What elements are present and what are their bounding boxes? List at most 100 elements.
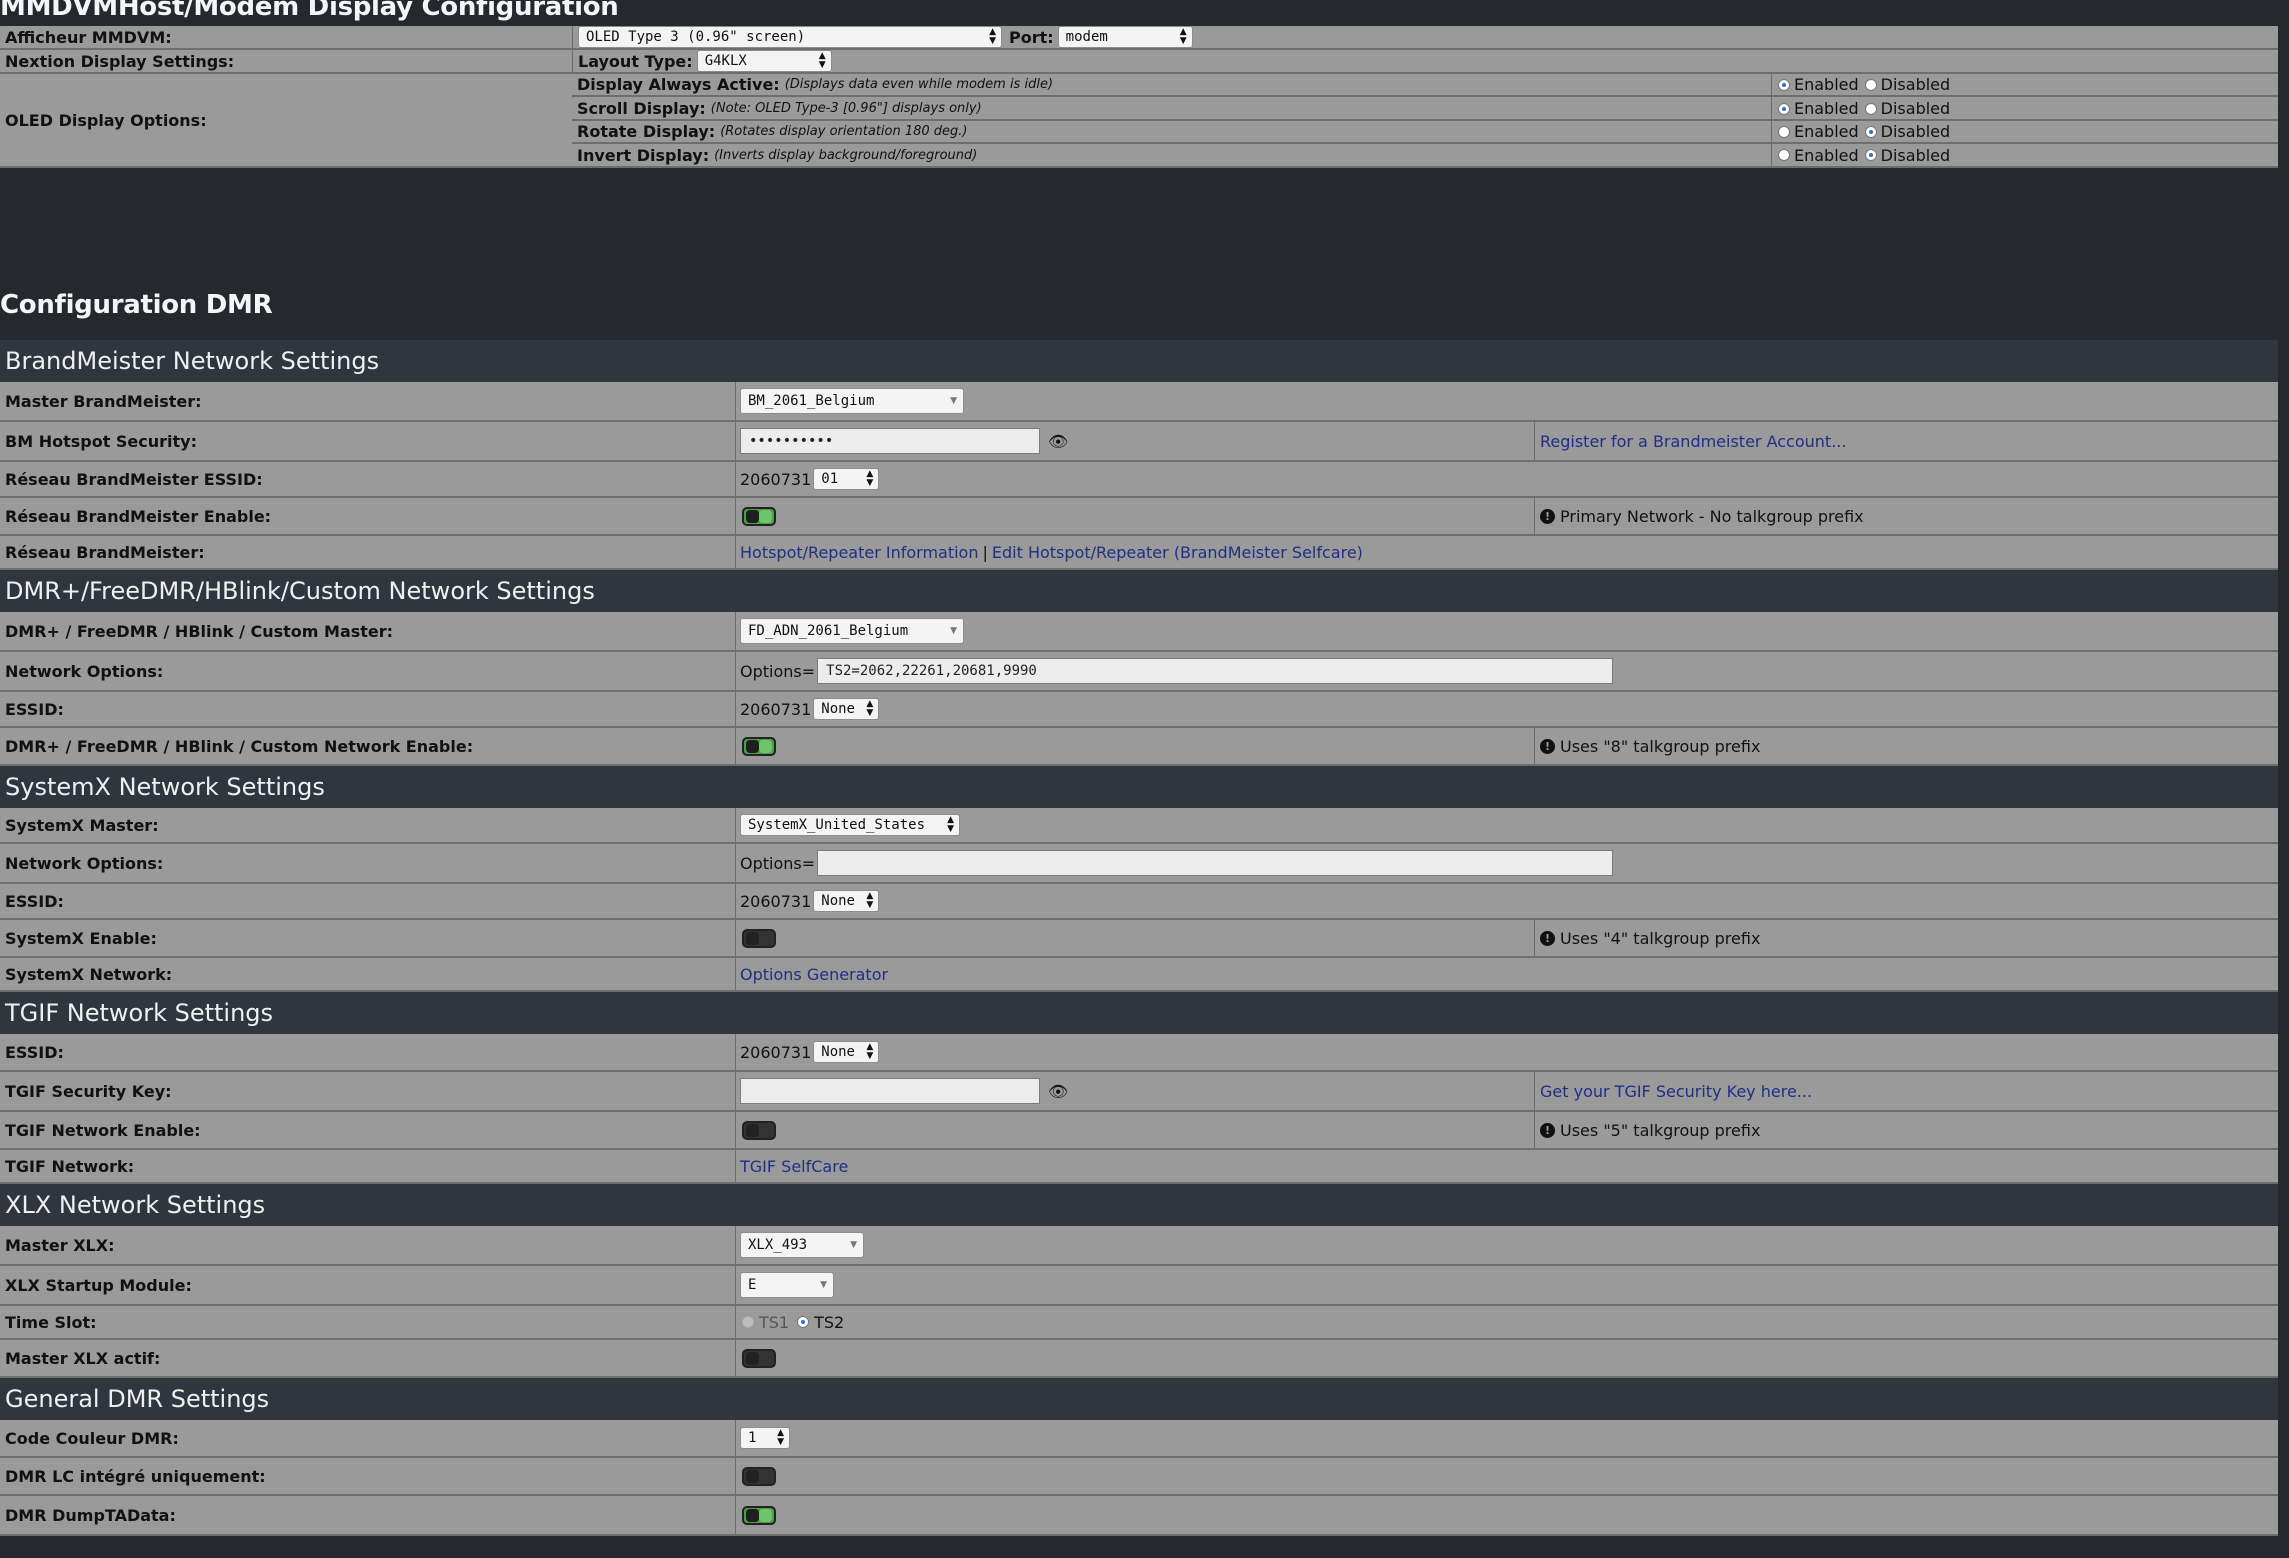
disabled-radio[interactable] [1864,149,1877,161]
systemx-essid-value: None [821,893,855,909]
dmrplus-master-row: DMR+ / FreeDMR / HBlink / Custom Master:… [0,612,2278,652]
port-select[interactable]: modem ▲ ▼ [1057,26,1193,48]
disabled-radio[interactable] [1864,125,1877,138]
systemx-essid-label: ESSID: [5,891,64,911]
tgif-key-link[interactable]: Get your TGIF Security Key here... [1540,1082,1812,1101]
oled-option-label: Scroll Display: (Note: OLED Type-3 [0.96"… [577,98,982,119]
systemx-enable-label: SystemX Enable: [5,928,157,948]
enabled-label: Enabled [1794,122,1859,141]
color-code-select[interactable]: 1 ▲ ▼ [740,1427,790,1449]
updown-arrows-icon: ▲ ▼ [866,891,874,910]
oled-option-note: (Note: OLED Type-3 [0.96"] displays only… [710,101,982,116]
systemx-options-label: Network Options: [5,853,164,873]
tgif-enable-toggle[interactable] [742,1120,776,1140]
oled-option-note: (Displays data even while modem is idle) [784,77,1054,92]
layout-type-select[interactable]: G4KLX ▲ ▼ [696,50,832,72]
dmrplus-enable-toggle[interactable] [742,736,776,756]
enabled-radio[interactable] [1778,78,1790,91]
systemx-master-select[interactable]: SystemX_United_States ▲ ▼ [740,814,960,836]
systemx-options-prefix: Options= [740,853,816,873]
bm-edit-hotspot-link[interactable]: Edit Hotspot/Repeater (BrandMeister Self… [992,543,1363,562]
enabled-radio[interactable] [1778,149,1790,161]
bm-security-value: •••••••••• [749,433,834,449]
bm-essid-select[interactable]: 01 ▲ ▼ [813,468,880,490]
layout-type-label: Layout Type: [578,51,693,71]
nextion-row: Nextion Display Settings: Layout Type: G… [0,50,2278,74]
ts1-label: TS1 [759,1312,790,1332]
disabled-radio[interactable] [1864,78,1877,91]
dmrplus-essid-label: ESSID: [5,699,64,719]
bm-security-input[interactable]: •••••••••• [740,428,1040,454]
chevron-down-icon: ▼ [820,1280,827,1290]
systemx-enable-toggle[interactable] [742,928,776,948]
systemx-essid-select[interactable]: None ▲ ▼ [813,890,880,912]
afficheur-select-value: OLED Type 3 (0.96" screen) [586,29,806,45]
xlx-master-select[interactable]: XLX_493 ▼ [740,1232,864,1258]
systemx-enable-row: SystemX Enable: ! Uses "4" talkgroup pref… [0,920,2278,958]
dmrplus-essid-value: None [821,701,855,717]
tgif-network-label: TGIF Network: [5,1156,135,1176]
dmrplus-master-select[interactable]: FD_ADN_2061_Belgium ▼ [740,618,964,644]
dmrplus-essid-select[interactable]: None ▲ ▼ [813,698,880,720]
exclamation-circle-icon: ! [1540,738,1555,754]
dumptadata-toggle[interactable] [742,1505,776,1525]
tgif-essid-select[interactable]: None ▲ ▼ [813,1041,880,1063]
systemx-essid-row: ESSID: 2060731 None ▲ ▼ [0,884,2278,920]
eye-icon[interactable]: 👁 [1048,1082,1068,1101]
ts1-radio[interactable] [742,1316,754,1328]
ts2-radio[interactable] [797,1316,810,1328]
updown-arrows-icon: ▲ ▼ [866,1042,874,1061]
disabled-label: Disabled [1880,145,1951,165]
xlx-timeslot-label: Time Slot: [5,1312,97,1332]
disabled-label: Disabled [1880,99,1951,118]
bm-hotspot-info-link[interactable]: Hotspot/Repeater Information [740,543,978,562]
dmrplus-options-value: TS2=2062,22261,20681,9990 [826,663,1037,679]
dmr-section-title: Configuration DMR [0,290,273,320]
enabled-label: Enabled [1794,145,1859,165]
xlx-module-label: XLX Startup Module: [5,1275,192,1295]
disabled-radio[interactable] [1864,102,1877,115]
dmrplus-options-input[interactable]: TS2=2062,22261,20681,9990 [817,658,1614,684]
bm-enable-toggle[interactable] [742,506,776,526]
updown-arrows-icon: ▲ ▼ [989,27,996,46]
lc-toggle[interactable] [742,1466,776,1486]
oled-options-label: OLED Display Options: [5,110,207,130]
enabled-radio[interactable] [1778,125,1790,138]
tgif-essid-label: ESSID: [5,1042,64,1062]
chevron-down-icon: ▼ [850,1240,857,1250]
systemx-options-generator-link[interactable]: Options Generator [740,965,888,984]
bm-register-link[interactable]: Register for a Brandmeister Account... [1540,432,1846,451]
xlx-module-row: XLX Startup Module: E ▼ [0,1266,2278,1306]
oled-option-note: (Inverts display background/foreground) [714,147,978,163]
oled-option-name: Invert Display: [577,145,710,165]
bm-enable-row: Réseau BrandMeister Enable: ! Primary Net… [0,498,2278,536]
xlx-active-label: Master XLX actif: [5,1348,161,1368]
xlx-master-label: Master XLX: [5,1235,115,1255]
bm-master-select[interactable]: BM_2061_Belgium ▼ [740,388,964,414]
dumptadata-row: DMR DumpTAData: [0,1496,2278,1536]
tgif-key-input[interactable] [740,1078,1040,1104]
tgif-selfcare-link[interactable]: TGIF SelfCare [740,1157,848,1176]
oled-option-label: Display Always Active: (Displays data eve… [577,74,1053,95]
color-code-value: 1 [748,1430,757,1446]
bm-essid-label: Réseau BrandMeister ESSID: [5,469,263,489]
xlx-active-toggle[interactable] [742,1348,776,1368]
updown-arrows-icon: ▲ ▼ [777,1428,784,1447]
dmrplus-enable-row: DMR+ / FreeDMR / HBlink / Custom Network… [0,728,2278,766]
xlx-section-header: XLX Network Settings [0,1184,2278,1226]
afficheur-select[interactable]: OLED Type 3 (0.96" screen) ▲ ▼ [578,26,1002,48]
ts2-label: TS2 [814,1312,845,1332]
bm-master-label: Master BrandMeister: [5,391,202,411]
eye-icon[interactable]: 👁 [1048,432,1068,451]
xlx-module-select[interactable]: E ▼ [740,1272,834,1298]
layout-type-value: G4KLX [704,53,747,69]
color-code-label: Code Couleur DMR: [5,1428,179,1448]
dmrplus-options-prefix: Options= [740,661,816,681]
xlx-timeslot-row: Time Slot: TS1 TS2 [0,1306,2278,1340]
systemx-options-input[interactable] [817,850,1614,876]
port-label: Port: [1009,27,1054,47]
bm-security-label: BM Hotspot Security: [5,431,198,451]
dmrplus-essid-prefix: 2060731 [740,699,812,719]
exclamation-circle-icon: ! [1540,930,1555,946]
enabled-radio[interactable] [1778,102,1790,115]
